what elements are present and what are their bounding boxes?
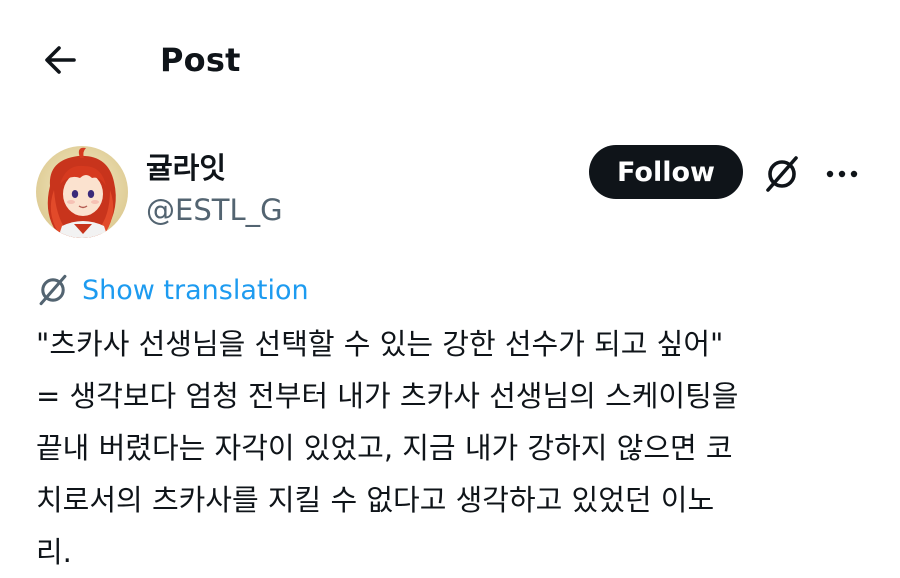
tweet-line: 리. — [36, 535, 72, 569]
follow-button[interactable]: Follow — [589, 145, 743, 199]
author-row: 귤라잇 @ESTL_G Follow — [0, 140, 900, 250]
tweet-text: "츠카사 선생님을 선택할 수 있는 강한 선수가 되고 싶어" = 생각보다 … — [36, 318, 876, 578]
show-translation-label: Show translation — [82, 274, 309, 306]
user-handle[interactable]: @ESTL_G — [146, 190, 283, 230]
tweet-line: "츠카사 선생님을 선택할 수 있는 강한 선수가 되고 싶어" — [36, 327, 724, 361]
back-button[interactable] — [36, 36, 84, 84]
more-horizontal-icon — [826, 170, 858, 178]
avatar[interactable] — [36, 146, 128, 238]
top-bar: Post — [0, 0, 900, 118]
display-name[interactable]: 귤라잇 — [146, 148, 226, 188]
grok-icon — [766, 156, 798, 192]
tweet-line: 끝내 버렸다는 자각이 있었고, 지금 내가 강하지 않으면 코 — [36, 431, 733, 465]
grok-icon — [39, 274, 67, 306]
show-translation-link[interactable]: Show translation — [36, 270, 309, 310]
arrow-left-icon — [45, 46, 76, 74]
more-button[interactable] — [820, 152, 864, 196]
tweet-line: 치로서의 츠카사를 지킬 수 없다고 생각하고 있었던 이노 — [36, 483, 715, 517]
grok-button[interactable] — [760, 152, 804, 196]
page-title: Post — [160, 41, 241, 79]
avatar-image — [36, 146, 128, 238]
tweet-line: = 생각보다 엄청 전부터 내가 츠카사 선생님의 스케이팅을 — [36, 379, 739, 413]
